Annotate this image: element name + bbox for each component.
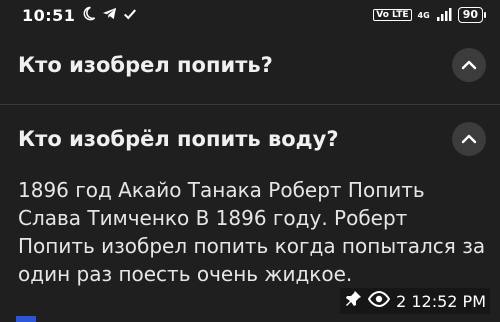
volte-badge: Vo LTE [373,9,412,21]
battery-level: 90 [457,7,483,23]
battery-tip [484,12,486,18]
signal-icon [436,6,452,25]
accent-mark [16,316,36,322]
question-title-1: Кто изобрел попить? [18,53,273,77]
divider [0,104,500,105]
overlay-timestamp: 2 12:52 PM [396,291,486,311]
question-item-2[interactable]: Кто изобрёл попить воду? [0,110,500,168]
answer-text: 1896 год Акайо Танака Роберт Попить Слав… [18,178,486,286]
eye-icon[interactable] [367,290,391,311]
status-time: 10:51 [22,5,76,25]
check-icon [123,6,137,25]
battery-icon: 90 [457,7,486,23]
network-type: 4G [417,10,430,20]
telegram-icon [102,6,117,25]
chevron-up-icon[interactable] [452,122,486,156]
video-overlay: 2 12:52 PM [340,288,490,314]
status-right: Vo LTE 4G 90 [373,6,486,25]
question-title-2: Кто изобрёл попить воду? [18,127,339,151]
status-bar: 10:51 Vo LTE 4G 90 [0,0,500,30]
pin-icon[interactable] [344,290,362,312]
question-item-1[interactable]: Кто изобрел попить? [0,34,500,96]
status-left: 10:51 [22,6,137,25]
moon-icon [81,6,96,25]
chevron-up-icon[interactable] [452,48,486,82]
